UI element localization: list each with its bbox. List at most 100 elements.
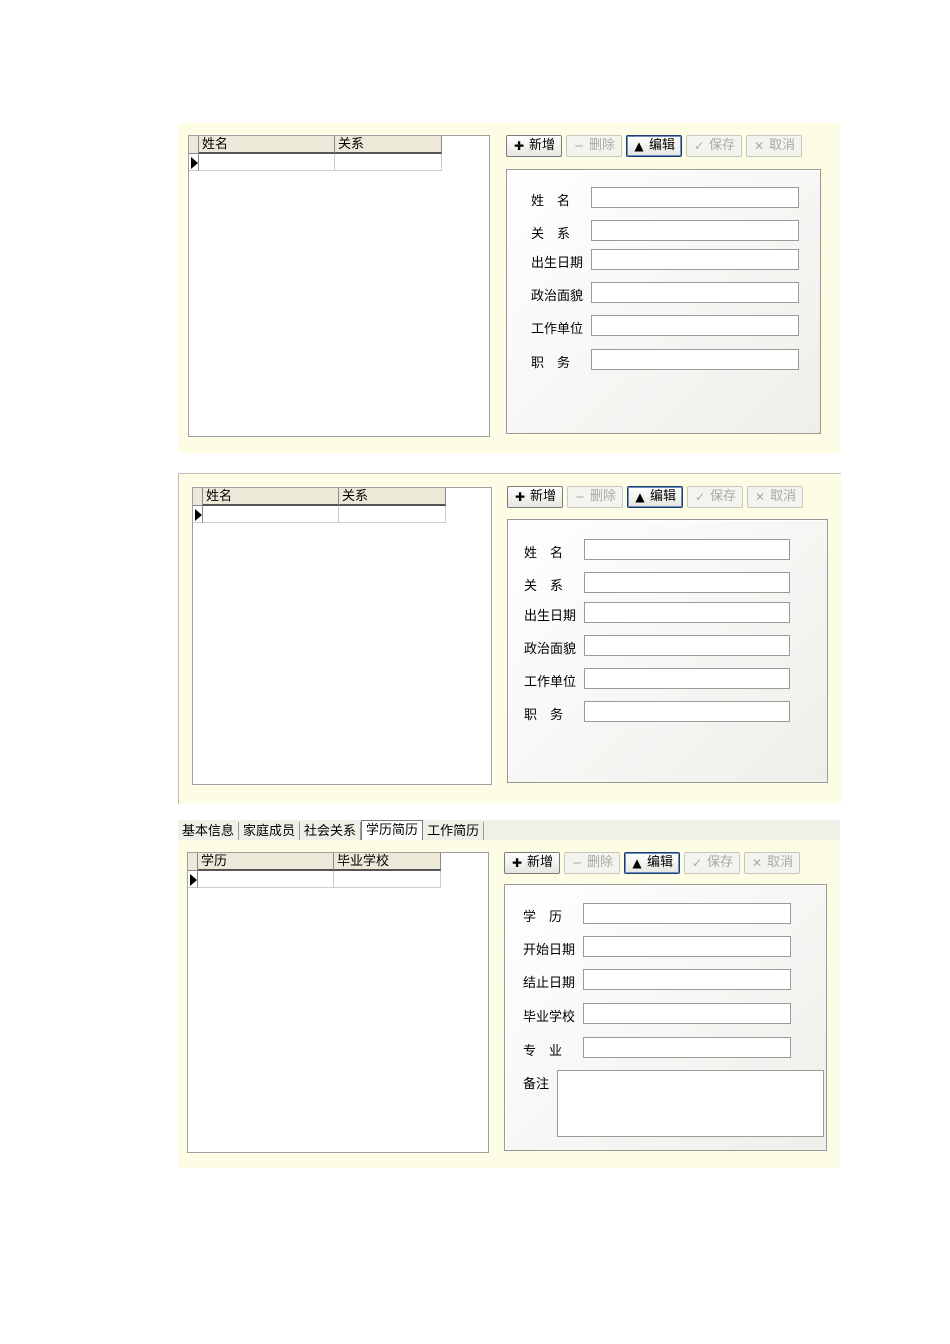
minus-icon: ─ <box>576 490 584 504</box>
save-button[interactable]: ✓ 保存 <box>686 135 743 157</box>
check-icon: ✓ <box>694 139 705 153</box>
row-selector-header[interactable] <box>193 488 203 506</box>
plus-icon: ✚ <box>511 856 523 870</box>
label-political-status: 政治面貌 <box>531 289 584 304</box>
position-field[interactable] <box>591 349 799 370</box>
family-form: 姓 名 关 系 出生日期 政治面貌 工作单位 职 务 <box>507 519 828 783</box>
toolbar: ✚ 新增 ─ 删除 ▲ 编辑 ✓ 保存 ✕ 取消 <box>507 486 804 508</box>
add-button[interactable]: ✚ 新增 <box>504 852 561 874</box>
label-birth-date: 出生日期 <box>524 609 577 624</box>
family-grid[interactable]: 姓名 关系 <box>192 487 492 785</box>
tab-social-relations[interactable]: 社会关系 <box>300 822 362 840</box>
major-field[interactable] <box>583 1037 791 1058</box>
col-header-degree[interactable]: 学历 <box>198 853 334 871</box>
col-header-name[interactable]: 姓名 <box>199 136 335 154</box>
tab-strip: 基本信息 家庭成员 社会关系 学历简历 工作简历 <box>178 820 840 840</box>
minus-icon: ─ <box>573 856 581 870</box>
label-political-status: 政治面貌 <box>524 642 577 657</box>
family-panel-1: 姓名 关系 ✚ 新增 ─ 删除 ▲ 编辑 ✓ 保存 ✕ 取消 姓 名 关 系 出生日期 政… <box>178 123 840 453</box>
label-degree: 学 历 <box>523 910 563 925</box>
toolbar: ✚ 新增 ─ 删除 ▲ 编辑 ✓ 保存 ✕ 取消 <box>506 135 803 157</box>
table-row[interactable] <box>193 506 446 523</box>
family-panel-2: 姓名 关系 ✚ 新增 ─ 删除 ▲ 编辑 ✓ 保存 ✕ 取消 姓 名 关 系 出生日期 政… <box>178 473 841 804</box>
save-button[interactable]: ✓ 保存 <box>684 852 741 874</box>
label-name: 姓 名 <box>524 546 564 561</box>
col-header-name[interactable]: 姓名 <box>203 488 339 506</box>
label-end-date: 结止日期 <box>523 976 576 991</box>
table-row[interactable] <box>189 154 442 171</box>
relation-field[interactable] <box>584 572 790 593</box>
label-remarks: 备注 <box>523 1077 550 1092</box>
name-field[interactable] <box>584 539 790 560</box>
grid-header: 学历 毕业学校 <box>188 853 441 871</box>
work-unit-field[interactable] <box>584 668 790 689</box>
label-birth-date: 出生日期 <box>531 256 584 271</box>
table-row[interactable] <box>188 871 441 888</box>
label-relation: 关 系 <box>524 579 564 594</box>
name-field[interactable] <box>591 187 799 208</box>
political-status-field[interactable] <box>584 635 790 656</box>
cross-icon: ✕ <box>755 490 766 504</box>
toolbar: ✚ 新增 ─ 删除 ▲ 编辑 ✓ 保存 ✕ 取消 <box>504 852 801 874</box>
tab-education-history[interactable]: 学历简历 <box>361 820 424 840</box>
add-button[interactable]: ✚ 新增 <box>506 135 563 157</box>
edit-button[interactable]: ▲ 编辑 <box>627 486 684 508</box>
delete-button[interactable]: ─ 删除 <box>567 486 624 508</box>
label-major: 专 业 <box>523 1044 563 1059</box>
label-position: 职 务 <box>524 708 564 723</box>
label-work-unit: 工作单位 <box>524 675 577 690</box>
political-status-field[interactable] <box>591 282 799 303</box>
cell-name[interactable] <box>203 506 339 523</box>
degree-field[interactable] <box>583 903 791 924</box>
edit-button[interactable]: ▲ 编辑 <box>624 852 681 874</box>
cell-degree[interactable] <box>198 871 334 888</box>
edit-button[interactable]: ▲ 编辑 <box>626 135 683 157</box>
education-panel: 学历 毕业学校 ✚ 新增 ─ 删除 ▲ 编辑 ✓ 保存 ✕ 取消 学 历 开始日期 结止日… <box>178 840 840 1168</box>
birth-date-field[interactable] <box>584 602 790 623</box>
up-triangle-icon: ▲ <box>635 490 645 504</box>
education-grid[interactable]: 学历 毕业学校 <box>187 852 489 1153</box>
cell-relation[interactable] <box>339 506 446 523</box>
start-date-field[interactable] <box>583 936 791 957</box>
position-field[interactable] <box>584 701 790 722</box>
up-triangle-icon: ▲ <box>634 139 644 153</box>
add-button[interactable]: ✚ 新增 <box>507 486 564 508</box>
tab-basic-info[interactable]: 基本信息 <box>178 822 240 840</box>
relation-field[interactable] <box>591 220 799 241</box>
col-header-school[interactable]: 毕业学校 <box>334 853 441 871</box>
work-unit-field[interactable] <box>591 315 799 336</box>
birth-date-field[interactable] <box>591 249 799 270</box>
grid-header: 姓名 关系 <box>189 136 442 154</box>
cell-school[interactable] <box>334 871 441 888</box>
row-selector-header[interactable] <box>188 853 198 871</box>
row-selector-header[interactable] <box>189 136 199 154</box>
row-pointer-icon <box>189 154 199 171</box>
graduate-school-field[interactable] <box>583 1003 791 1024</box>
col-header-relation[interactable]: 关系 <box>335 136 442 154</box>
cancel-button[interactable]: ✕ 取消 <box>747 486 804 508</box>
cross-icon: ✕ <box>752 856 763 870</box>
cancel-button[interactable]: ✕ 取消 <box>744 852 801 874</box>
label-relation: 关 系 <box>531 227 571 242</box>
delete-button[interactable]: ─ 删除 <box>564 852 621 874</box>
tab-work-history[interactable]: 工作简历 <box>423 822 485 840</box>
check-icon: ✓ <box>695 490 706 504</box>
tab-family-members[interactable]: 家庭成员 <box>239 822 301 840</box>
minus-icon: ─ <box>575 139 583 153</box>
remarks-textarea[interactable] <box>557 1070 824 1137</box>
up-triangle-icon: ▲ <box>632 856 642 870</box>
cancel-button[interactable]: ✕ 取消 <box>746 135 803 157</box>
plus-icon: ✚ <box>513 139 525 153</box>
row-pointer-icon <box>188 871 198 888</box>
col-header-relation[interactable]: 关系 <box>339 488 446 506</box>
save-button[interactable]: ✓ 保存 <box>687 486 744 508</box>
education-form: 学 历 开始日期 结止日期 毕业学校 专 业 备注 <box>504 884 827 1151</box>
delete-button[interactable]: ─ 删除 <box>566 135 623 157</box>
cross-icon: ✕ <box>754 139 765 153</box>
family-form: 姓 名 关 系 出生日期 政治面貌 工作单位 职 务 <box>506 169 821 434</box>
family-grid[interactable]: 姓名 关系 <box>188 135 490 437</box>
cell-name[interactable] <box>199 154 335 171</box>
end-date-field[interactable] <box>583 969 791 990</box>
grid-header: 姓名 关系 <box>193 488 446 506</box>
cell-relation[interactable] <box>335 154 442 171</box>
